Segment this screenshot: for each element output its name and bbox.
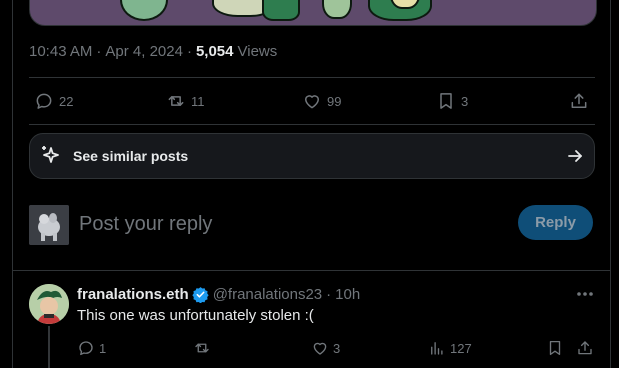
verified-icon xyxy=(192,286,209,303)
post-metadata: 10:43 AM · Apr 4, 2024 · 5,054 Views xyxy=(29,42,277,60)
reply-time[interactable]: 10h xyxy=(335,286,360,303)
image-figure xyxy=(120,0,168,21)
repost-icon xyxy=(168,96,184,106)
reply-reply-count: 1 xyxy=(99,340,107,356)
repost-count: 11 xyxy=(191,93,205,109)
more-icon[interactable] xyxy=(574,284,596,304)
like-count: 99 xyxy=(327,93,342,109)
post-time[interactable]: 10:43 AM xyxy=(29,43,92,60)
share-icon xyxy=(578,341,592,355)
reply-button[interactable]: Reply xyxy=(518,205,593,240)
thread-line xyxy=(48,326,50,368)
reply-header: franalations.eth @franalations23 · 10h xyxy=(77,285,360,303)
reply-views-count: 127 xyxy=(450,340,472,356)
divider xyxy=(12,270,611,271)
reply-author-handle[interactable]: @franalations23 xyxy=(213,286,322,303)
arrow-right-icon xyxy=(568,150,582,162)
like-icon xyxy=(313,342,327,355)
reply-views-action[interactable]: 127 xyxy=(428,338,472,358)
post-action-bar: 22 11 99 3 xyxy=(29,79,595,123)
reply-author-name[interactable]: franalations.eth xyxy=(77,286,189,303)
repost-icon xyxy=(195,343,209,353)
views-icon xyxy=(431,342,443,355)
meta-separator: · xyxy=(186,42,192,60)
reply-author-avatar[interactable] xyxy=(29,284,69,324)
share-icon xyxy=(571,93,587,108)
like-action[interactable]: 99 xyxy=(302,79,341,123)
reply-icon xyxy=(36,93,52,109)
dog-avatar-image xyxy=(29,205,69,245)
reply-action[interactable]: 22 xyxy=(34,79,73,123)
bookmark-count: 3 xyxy=(461,93,469,109)
divider xyxy=(29,77,595,78)
timeline-border-left xyxy=(12,0,13,368)
divider xyxy=(29,124,595,125)
bookmark-icon xyxy=(440,93,452,109)
reply-count: 22 xyxy=(59,93,74,109)
reply-repost-action[interactable] xyxy=(193,338,215,358)
reply-bookmark-action[interactable] xyxy=(546,338,564,358)
bookmark-icon xyxy=(549,340,561,356)
reply-share-action[interactable] xyxy=(576,338,594,358)
share-action[interactable] xyxy=(569,79,589,123)
reply-like-count: 3 xyxy=(333,340,341,356)
image-figure xyxy=(322,0,352,19)
timeline-border-right xyxy=(610,0,611,368)
avatar[interactable] xyxy=(29,205,69,245)
reply-avatar-image xyxy=(29,284,69,324)
reply-like-action[interactable]: 3 xyxy=(311,338,340,358)
meta-separator: · xyxy=(96,42,102,60)
see-similar-posts-label: See similar posts xyxy=(73,148,189,164)
reply-reply-action[interactable]: 1 xyxy=(77,338,106,358)
reply-icon xyxy=(79,341,93,356)
views-count: 5,054 xyxy=(195,42,234,60)
post-date[interactable]: Apr 4, 2024 xyxy=(105,43,183,60)
post-image[interactable] xyxy=(29,0,597,26)
like-icon xyxy=(305,95,319,109)
reply-text: This one was unfortunately stolen :( xyxy=(77,307,314,324)
reply-input[interactable] xyxy=(79,209,499,239)
views-label: Views xyxy=(237,42,278,60)
reply-separator: · xyxy=(326,285,332,303)
image-figure xyxy=(262,0,300,21)
bookmark-action[interactable]: 3 xyxy=(436,79,468,123)
see-similar-posts-button[interactable]: See similar posts xyxy=(29,133,595,179)
repost-action[interactable]: 11 xyxy=(166,79,205,123)
sparkle-icon xyxy=(42,146,59,163)
